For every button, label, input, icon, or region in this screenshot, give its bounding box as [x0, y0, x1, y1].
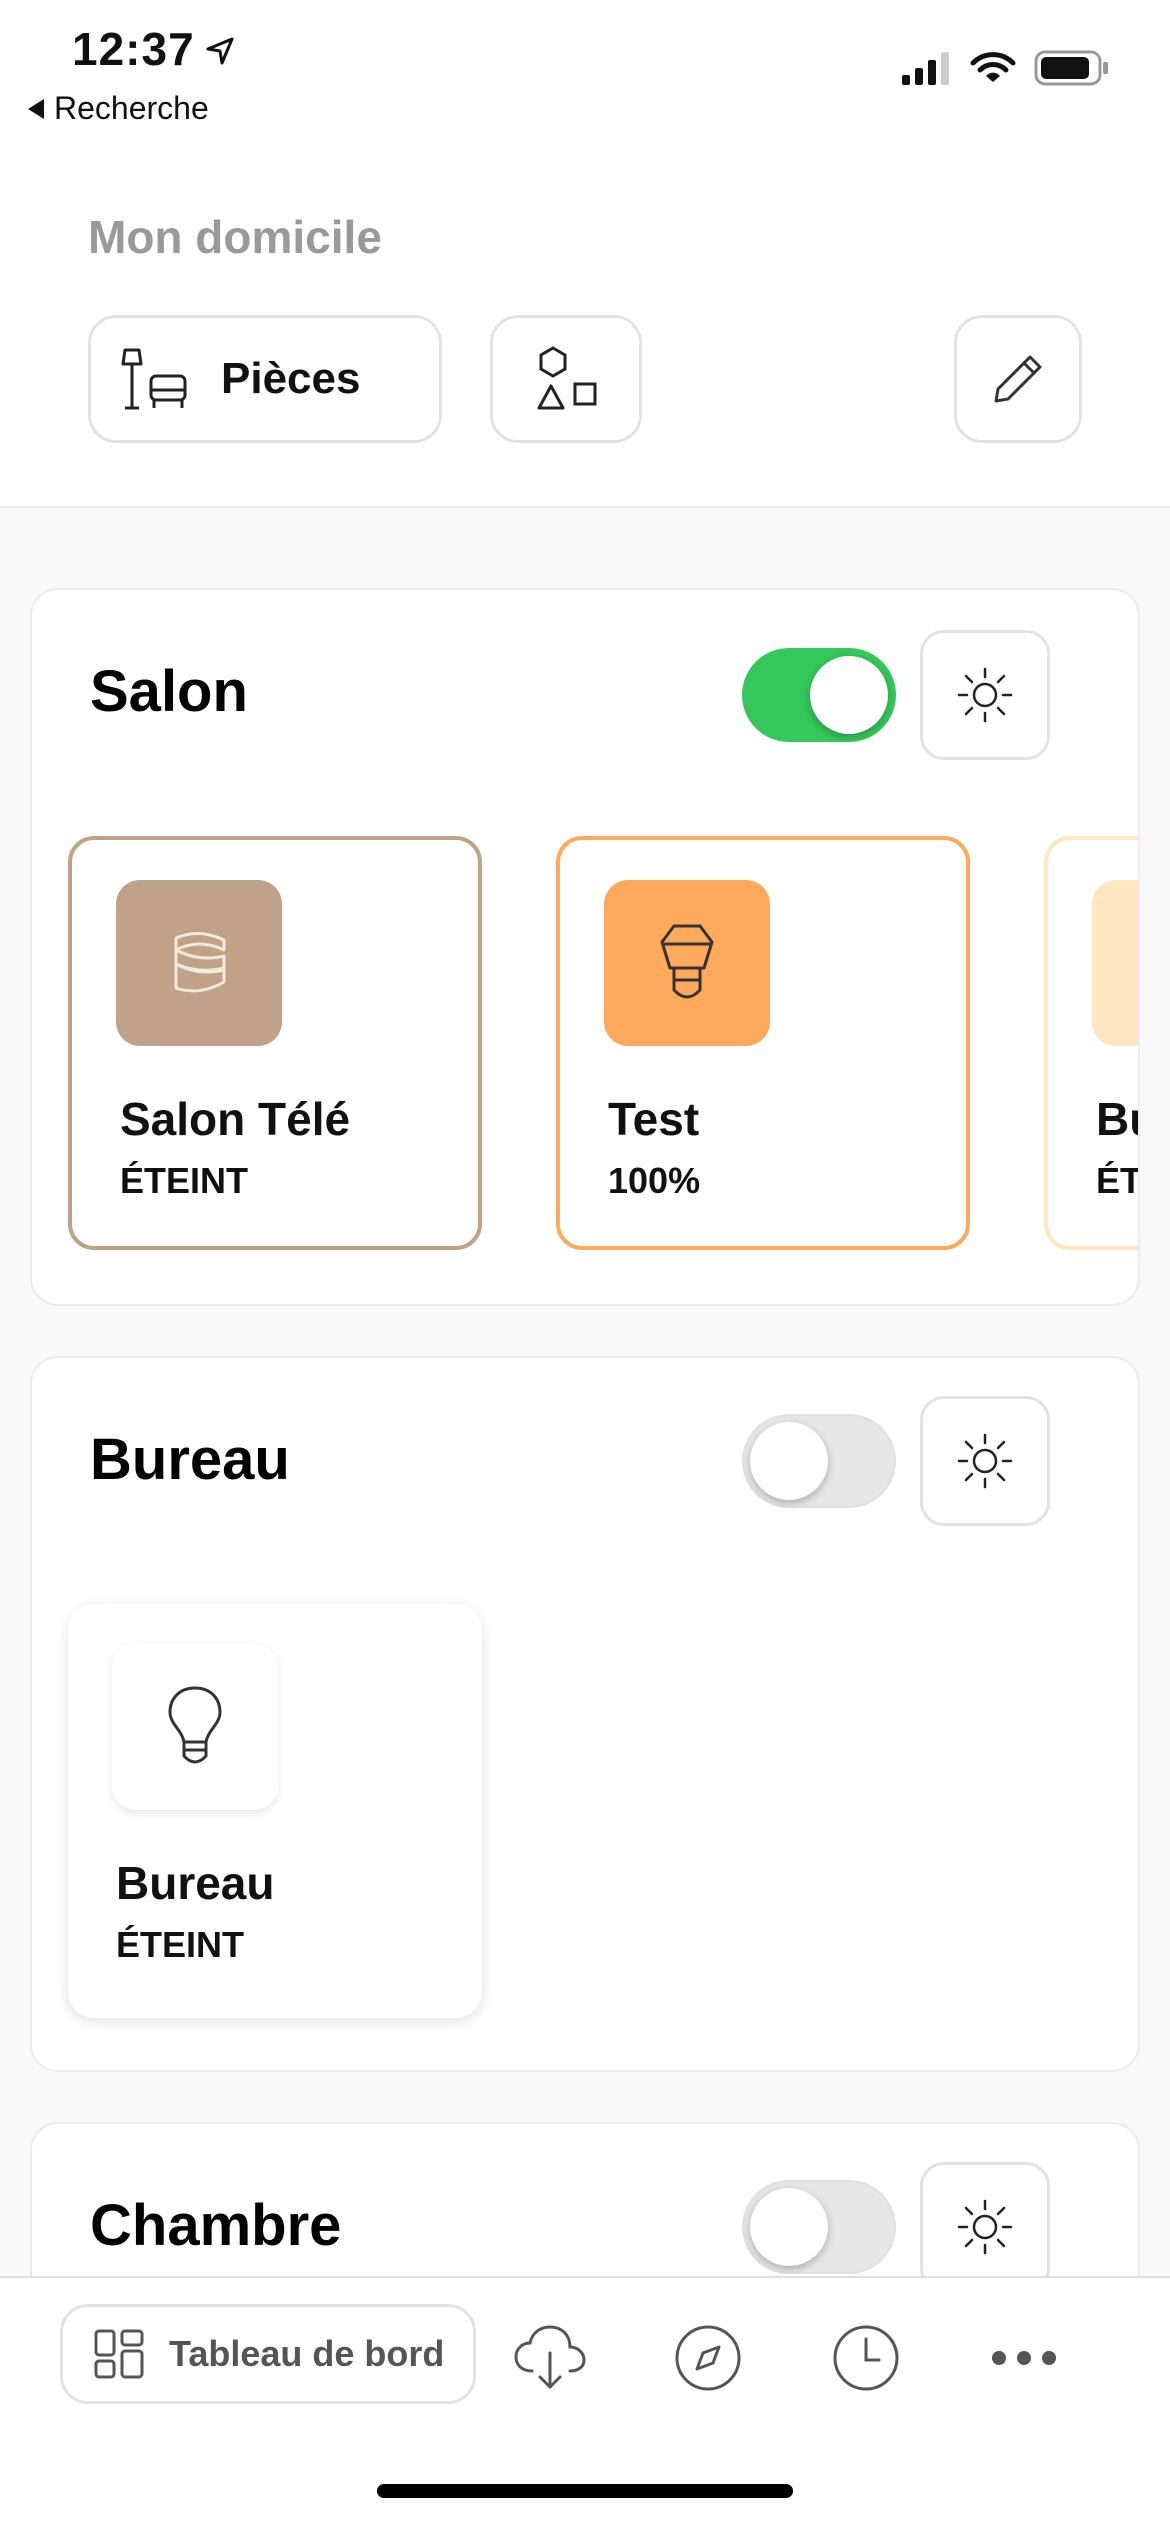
- tab-cloud[interactable]: [510, 2318, 590, 2398]
- device-name: Bu: [1096, 1093, 1138, 1145]
- room-card-bureau: Bureau Bureau ÉTEINT: [30, 1356, 1140, 2072]
- compass-icon: [675, 2325, 741, 2391]
- device-name: Bureau: [116, 1857, 275, 1909]
- device-card[interactable]: Test 100%: [556, 836, 970, 1250]
- home-header: Mon domicile Pièces: [0, 160, 1170, 508]
- rooms-button[interactable]: Pièces: [88, 315, 442, 443]
- device-card[interactable]: Salon Télé ÉTEINT: [68, 836, 482, 1250]
- battery-icon: [1034, 50, 1108, 86]
- toggle-knob: [750, 2188, 828, 2266]
- back-arrow-icon: [28, 98, 44, 119]
- status-time: 12:37: [72, 23, 195, 75]
- back-label: Recherche: [54, 90, 209, 126]
- room-brightness-button[interactable]: [920, 2162, 1050, 2292]
- more-dots-icon: [992, 2351, 1056, 2365]
- pencil-icon: [994, 355, 1042, 403]
- room-brightness-button[interactable]: [920, 1396, 1050, 1526]
- back-to-app-link[interactable]: Recherche: [28, 90, 209, 127]
- bulb-icon: [168, 1686, 222, 1764]
- sun-icon: [957, 2199, 1013, 2255]
- toggle-knob: [750, 1422, 828, 1500]
- device-state: ÉTEINT: [120, 1160, 249, 1201]
- sun-icon: [957, 667, 1013, 723]
- room-power-toggle[interactable]: [742, 648, 896, 742]
- device-state: ÉTEINT: [116, 1924, 245, 1965]
- home-indicator: [377, 2484, 793, 2498]
- room-title: Chambre: [90, 2193, 342, 2258]
- tab-dashboard-label: Tableau de bord: [169, 2333, 445, 2374]
- clock-icon: [833, 2325, 899, 2391]
- room-card-salon: Salon Salon Télé ÉTEINT Test 100% B ÉT: [30, 588, 1140, 1306]
- home-title: Mon domicile: [88, 211, 382, 263]
- groups-button[interactable]: [490, 315, 642, 443]
- room-title: Bureau: [90, 1427, 290, 1492]
- device-icon-box: [116, 880, 282, 1046]
- tab-dashboard[interactable]: Tableau de bord: [60, 2304, 476, 2404]
- room-power-toggle[interactable]: [742, 2180, 896, 2274]
- rooms-button-label: Pièces: [221, 354, 361, 403]
- wifi-icon: [970, 52, 1016, 82]
- status-bar: 12:37 Recherche: [0, 0, 1170, 160]
- bulb-icon: [660, 924, 714, 999]
- device-card[interactable]: Bu ÉTI: [1044, 836, 1140, 1250]
- edit-button[interactable]: [954, 315, 1082, 443]
- device-icon-box: [1092, 880, 1138, 1046]
- device-name: Test: [608, 1093, 700, 1145]
- device-state: 100%: [608, 1160, 701, 1201]
- cellular-signal-icon: [902, 52, 949, 85]
- tab-history[interactable]: [826, 2318, 906, 2398]
- device-card[interactable]: Bureau ÉTEINT: [68, 1604, 482, 2018]
- light-strip-icon: [174, 932, 226, 993]
- system-icons: [902, 50, 1110, 86]
- tab-explore[interactable]: [668, 2318, 748, 2398]
- tab-more[interactable]: [984, 2318, 1064, 2398]
- lamp-sofa-icon: [121, 348, 187, 410]
- device-state: ÉTI: [1096, 1160, 1140, 1201]
- cloud-download-icon: [514, 2325, 586, 2389]
- device-icon-box: [112, 1644, 278, 1810]
- dashboard-grid-icon: [94, 2329, 144, 2379]
- device-name: Salon Télé: [120, 1093, 351, 1145]
- device-icon-box: [604, 880, 770, 1046]
- shapes-icon: [537, 346, 597, 410]
- location-arrow-icon: [206, 37, 234, 65]
- sun-icon: [957, 1433, 1013, 1489]
- room-title: Salon: [90, 659, 248, 724]
- room-brightness-button[interactable]: [920, 630, 1050, 760]
- toggle-knob: [810, 656, 888, 734]
- room-power-toggle[interactable]: [742, 1414, 896, 1508]
